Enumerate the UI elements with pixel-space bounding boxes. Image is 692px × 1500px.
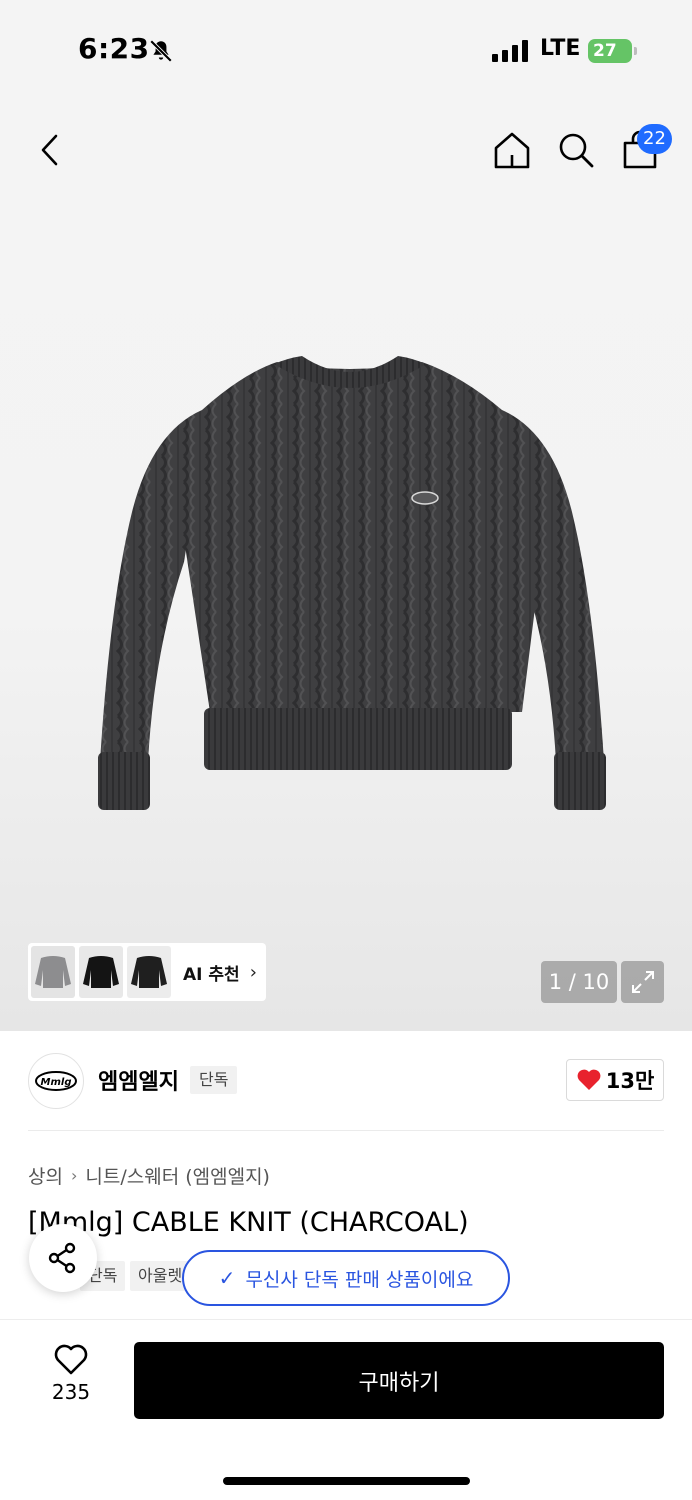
- heart-outline-icon: [54, 1344, 88, 1375]
- exclusive-badge: 단독: [190, 1066, 238, 1094]
- ai-recommend-strip[interactable]: AI 추천 ›: [28, 943, 266, 1001]
- product-image[interactable]: [92, 352, 612, 822]
- brand-like-button[interactable]: 13만: [566, 1059, 664, 1101]
- expand-image-button[interactable]: [621, 961, 664, 1003]
- breadcrumb-item[interactable]: 니트/스웨터 (엠엠엘지): [85, 1162, 270, 1189]
- expand-icon: [631, 971, 654, 993]
- wishlist-count: 235: [51, 1380, 91, 1404]
- status-time: 6:23: [78, 32, 150, 65]
- thumbnail-black-sweater[interactable]: [79, 946, 123, 998]
- battery-level: 27: [588, 39, 632, 63]
- check-icon: ✓: [218, 1266, 236, 1290]
- home-button[interactable]: [490, 128, 534, 172]
- search-button[interactable]: [554, 128, 598, 172]
- home-icon: [494, 132, 530, 169]
- breadcrumb-item[interactable]: 상의: [28, 1162, 63, 1189]
- thumbnail-gray-sweater[interactable]: [31, 946, 75, 998]
- brand-like-count: 13만: [605, 1069, 655, 1093]
- network-type: LTE: [540, 36, 581, 61]
- search-icon: [559, 133, 594, 168]
- ai-recommend-label: AI 추천: [183, 964, 240, 985]
- chevron-right-icon: ›: [249, 961, 257, 983]
- share-icon: [48, 1242, 76, 1274]
- chevron-left-icon: [41, 134, 58, 166]
- brand-logo-mark: Mmlg: [35, 1071, 77, 1091]
- bell-muted-icon: [149, 39, 173, 63]
- brand-logo[interactable]: Mmlg: [28, 1053, 84, 1109]
- home-indicator[interactable]: [223, 1477, 470, 1485]
- share-button[interactable]: [29, 1224, 97, 1292]
- buy-button[interactable]: 구매하기: [134, 1342, 664, 1419]
- toast-message: 무신사 단독 판매 상품이에요: [245, 1268, 474, 1291]
- battery-icon: 27: [588, 39, 638, 63]
- back-button[interactable]: [28, 128, 72, 172]
- signal-icon: [492, 40, 528, 62]
- image-page-counter: 1 / 10: [541, 961, 617, 1003]
- heart-filled-icon: [577, 1069, 601, 1090]
- product-title: [Mmlg] CABLE KNIT (CHARCOAL): [28, 1207, 469, 1238]
- svg-text:Mmlg: Mmlg: [41, 1077, 72, 1088]
- breadcrumb: 상의 › 니트/스웨터 (엠엠엘지): [28, 1162, 270, 1189]
- divider: [28, 1130, 664, 1131]
- thumbnail-black-knit[interactable]: [127, 946, 171, 998]
- brand-name[interactable]: 엠엠엘지: [98, 1064, 179, 1096]
- wishlist-button[interactable]: 235: [36, 1344, 106, 1414]
- cart-count-badge: 22: [637, 124, 672, 154]
- exclusive-toast: ✓ 무신사 단독 판매 상품이에요: [182, 1250, 510, 1306]
- chevron-right-icon: ›: [70, 1166, 78, 1185]
